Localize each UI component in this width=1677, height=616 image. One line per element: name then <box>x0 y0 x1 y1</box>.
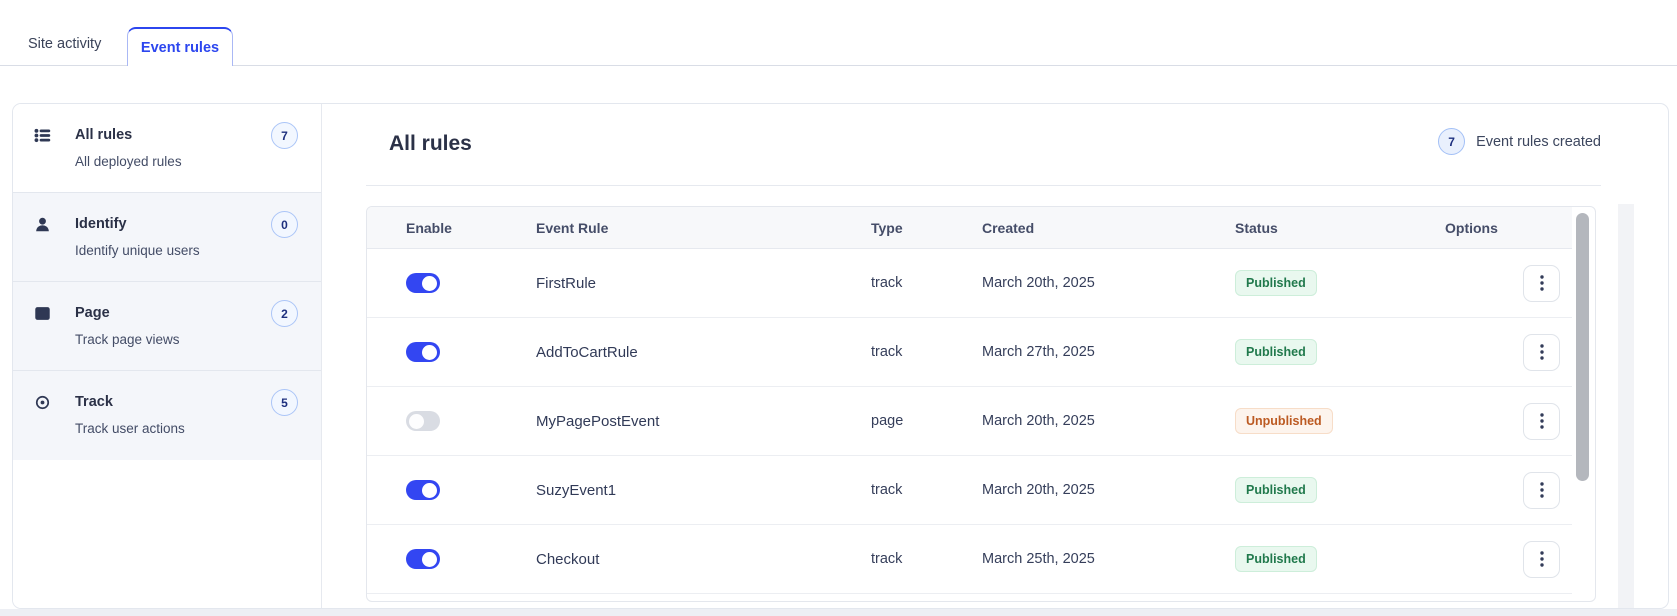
enable-toggle[interactable] <box>406 549 440 569</box>
enable-toggle[interactable] <box>406 480 440 500</box>
rule-created: March 27th, 2025 <box>982 344 1095 360</box>
options-kebab-button[interactable] <box>1523 471 1560 509</box>
column-header-type: Type <box>871 219 903 236</box>
toggle-knob <box>422 551 437 567</box>
status-badge: Unpublished <box>1235 408 1333 434</box>
kebab-icon <box>1539 275 1544 291</box>
sidebar-item-description: Identify unique users <box>75 243 200 258</box>
enable-toggle[interactable] <box>406 273 440 293</box>
status-badge: Published <box>1235 339 1317 365</box>
user-icon <box>34 216 51 233</box>
sidebar-item-title: Identify <box>75 216 127 232</box>
sidebar-item-description: All deployed rules <box>75 154 182 169</box>
rule-count-badge: 2 <box>271 300 298 327</box>
target-icon <box>34 394 51 411</box>
rule-type: page <box>871 413 904 429</box>
rule-created: March 20th, 2025 <box>982 275 1095 291</box>
rule-created: March 25th, 2025 <box>982 551 1095 567</box>
rule-type: track <box>871 344 903 360</box>
rule-type: track <box>871 551 903 567</box>
rule-count-badge: 7 <box>271 122 298 149</box>
tabbar-divider <box>0 65 1677 66</box>
rule-type: track <box>871 482 903 498</box>
toggle-knob <box>422 275 437 291</box>
tab-site-activity[interactable]: Site activity <box>28 36 101 52</box>
options-kebab-button[interactable] <box>1523 333 1560 371</box>
sidebar-item-description: Track user actions <box>75 421 185 436</box>
toggle-knob <box>422 344 437 360</box>
options-kebab-button[interactable] <box>1523 264 1560 302</box>
bottom-scrollbar-track[interactable] <box>0 609 1677 616</box>
status-badge: Published <box>1235 477 1317 503</box>
toggle-knob <box>409 413 424 429</box>
page-title: All rules <box>389 132 472 155</box>
sidebar-item-page[interactable]: Page 2 Track page views <box>13 282 321 371</box>
enable-toggle[interactable] <box>406 342 440 362</box>
table-row: SuzyEvent1 track March 20th, 2025 Publis… <box>367 456 1572 525</box>
sidebar-item-title: Track <box>75 394 113 410</box>
table-row: FirstRule track March 20th, 2025 Publish… <box>367 249 1572 318</box>
sidebar-item-title: All rules <box>75 127 133 143</box>
summary-count-badge: 7 <box>1438 128 1466 155</box>
rule-created: March 20th, 2025 <box>982 413 1095 429</box>
column-header-options: Options <box>1445 219 1498 236</box>
page: Site activity Event rules All rules 7 Al… <box>0 0 1677 616</box>
rules-sidebar: All rules 7 All deployed rules Identify … <box>13 104 322 608</box>
column-header-created: Created <box>982 219 1035 236</box>
column-header-enable: Enable <box>406 219 452 236</box>
sidebar-item-identify[interactable]: Identify 0 Identify unique users <box>13 193 321 282</box>
kebab-icon <box>1539 413 1544 429</box>
rule-name: AddToCartRule <box>536 343 638 361</box>
column-header-status: Status <box>1235 219 1278 236</box>
sidebar-item-description: Track page views <box>75 332 180 347</box>
rule-count-badge: 5 <box>271 389 298 416</box>
rule-type: track <box>871 275 903 291</box>
sidebar-item-all-rules[interactable]: All rules 7 All deployed rules <box>13 104 321 193</box>
rule-name: SuzyEvent1 <box>536 481 617 499</box>
tab-event-rules[interactable]: Event rules <box>127 27 233 66</box>
toggle-knob <box>422 482 437 498</box>
table-header-row: Enable Event Rule Type Created Status Op… <box>367 207 1572 249</box>
list-icon <box>34 127 51 144</box>
kebab-icon <box>1539 344 1544 360</box>
panel-scrollbar-track[interactable] <box>1618 204 1634 608</box>
enable-toggle[interactable] <box>406 411 440 431</box>
summary-label: Event rules created <box>1476 133 1601 150</box>
kebab-icon <box>1539 482 1544 498</box>
table-vertical-scrollbar[interactable] <box>1576 213 1589 481</box>
options-kebab-button[interactable] <box>1523 402 1560 440</box>
header-divider <box>366 185 1601 186</box>
summary-badge: 7 Event rules created <box>1438 128 1601 155</box>
rule-created: March 20th, 2025 <box>982 482 1095 498</box>
rules-table: Enable Event Rule Type Created Status Op… <box>366 206 1596 602</box>
options-kebab-button[interactable] <box>1523 540 1560 578</box>
status-badge: Published <box>1235 546 1317 572</box>
table-row: MyPagePostEvent page March 20th, 2025 Un… <box>367 387 1572 456</box>
rule-name: MyPagePostEvent <box>536 412 660 430</box>
kebab-icon <box>1539 551 1544 567</box>
rule-count-badge: 0 <box>271 211 298 238</box>
table-row: AddToCartRule track March 27th, 2025 Pub… <box>367 318 1572 387</box>
window-icon <box>34 305 51 322</box>
main-content: All rules 7 Event rules created Enable E… <box>322 104 1668 608</box>
rule-name: Checkout <box>536 550 600 568</box>
column-header-event-rule: Event Rule <box>536 219 609 236</box>
sidebar-item-title: Page <box>75 305 110 321</box>
table-row: Checkout track March 25th, 2025 Publishe… <box>367 525 1572 594</box>
sidebar-item-track[interactable]: Track 5 Track user actions <box>13 371 321 460</box>
event-rules-panel: All rules 7 All deployed rules Identify … <box>12 103 1669 609</box>
status-badge: Published <box>1235 270 1317 296</box>
rule-name: FirstRule <box>536 274 597 292</box>
